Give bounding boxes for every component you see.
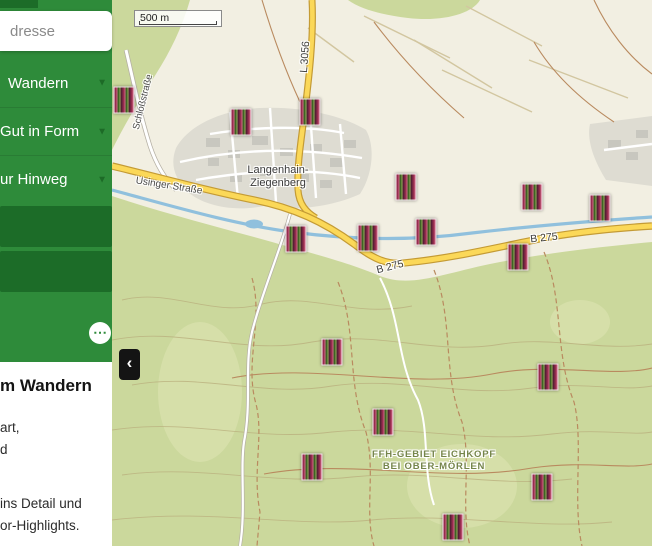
photo-marker[interactable] [589,194,611,222]
photo-marker[interactable] [521,183,543,211]
sidebar-menu: Wandern ▼ Gut in Form ▼ ur Hinweg ▼ [0,59,112,203]
scale-bar: 500 m [134,10,222,27]
photo-marker[interactable] [395,173,417,201]
more-options-button[interactable]: ⋯ [89,322,111,344]
info-panel-text: ins Detail und [0,496,82,511]
menu-item-gut-in-form[interactable]: Gut in Form ▼ [0,107,112,155]
menu-item-label: Gut in Form [0,123,80,140]
map-canvas [112,0,652,546]
app-window: L 3056 Schloßstraße Usinger Straße B 275… [0,0,652,546]
photo-marker[interactable] [372,408,394,436]
photo-marker[interactable] [113,86,135,114]
photo-marker[interactable] [230,108,252,136]
info-panel-heading: m Wandern [0,376,92,395]
scale-line [139,21,217,25]
photo-marker[interactable] [507,243,529,271]
info-panel-text: or-Highlights. [0,518,80,533]
chevron-down-icon: ▼ [97,126,107,137]
ellipsis-icon: ⋯ [93,323,107,340]
menu-item-nur-hinweg[interactable]: ur Hinweg ▼ [0,155,112,203]
photo-marker[interactable] [285,225,307,253]
menu-item-wandern[interactable]: Wandern ▼ [0,59,112,107]
panel-collapse-button[interactable]: ‹ [119,349,140,380]
photo-marker[interactable] [415,218,437,246]
chevron-down-icon: ▼ [97,77,107,89]
address-search-input[interactable] [0,11,112,51]
photo-marker[interactable] [442,513,464,541]
map-viewport[interactable]: L 3056 Schloßstraße Usinger Straße B 275… [112,0,652,546]
photo-marker[interactable] [301,453,323,481]
sidebar: Wandern ▼ Gut in Form ▼ ur Hinweg ▼ ⋯ m … [0,0,112,546]
chevron-left-icon: ‹ [126,353,133,372]
menu-item-label: Wandern [8,74,69,92]
info-panel: m Wandern art, d ins Detail und or-Highl… [0,362,112,546]
menu-item-label: ur Hinweg [0,171,68,188]
photo-marker[interactable] [321,338,343,366]
info-panel-text: art, [0,420,20,435]
address-search [0,11,112,51]
collapsed-section-bar-2[interactable] [0,251,112,292]
info-panel-text: d [0,442,8,457]
chevron-down-icon: ▼ [97,174,107,185]
photo-marker[interactable] [531,473,553,501]
photo-marker[interactable] [357,224,379,252]
photo-marker[interactable] [537,363,559,391]
sidebar-top-strip [0,0,38,8]
photo-marker[interactable] [299,98,321,126]
collapsed-section-bar-1[interactable] [0,206,112,247]
